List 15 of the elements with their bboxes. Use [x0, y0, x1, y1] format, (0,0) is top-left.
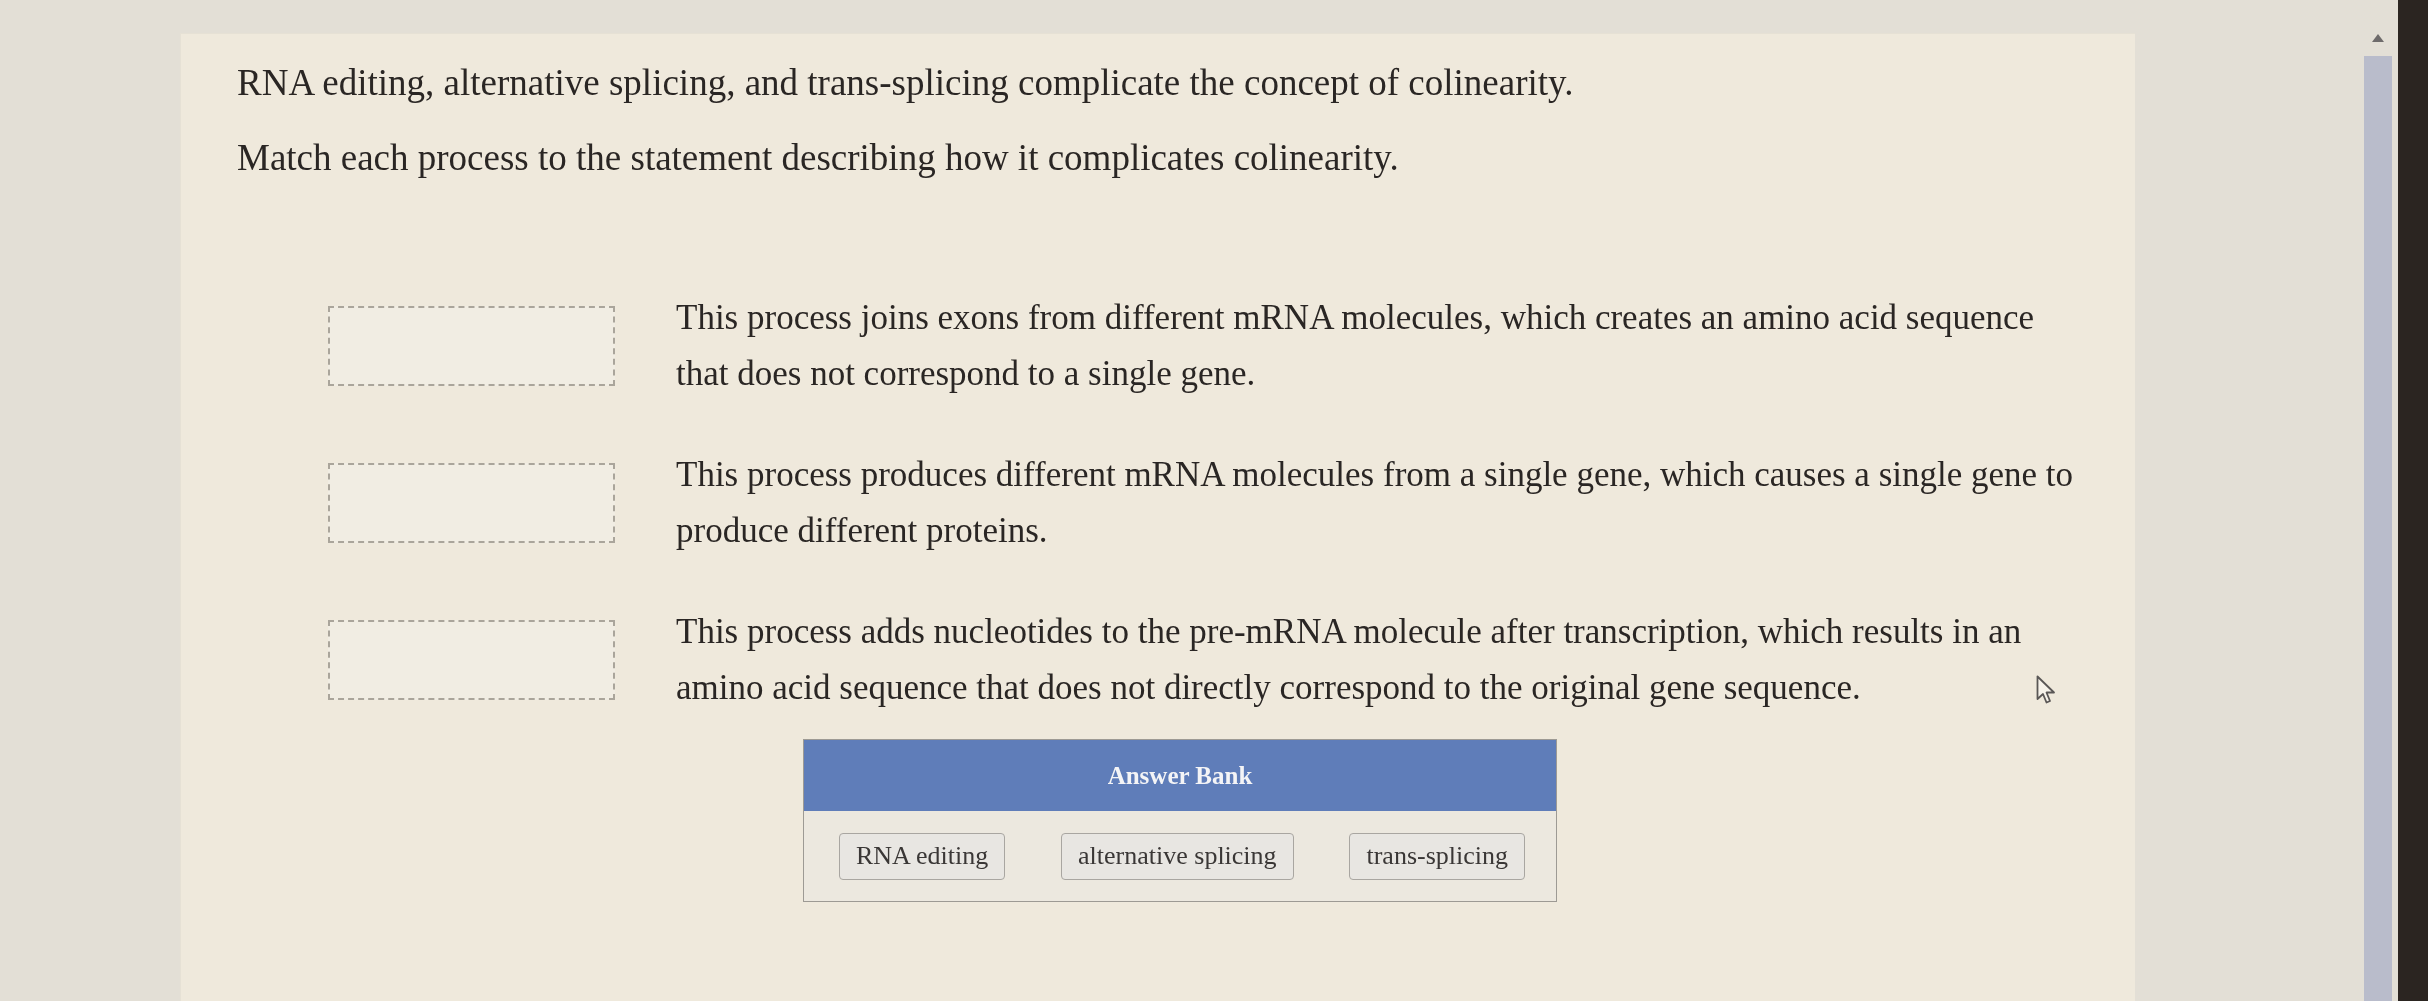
statement-text: This process joins exons from different mRNA molecules, which creates an amino acid sequence that does not correspond to a single gene. — [676, 298, 2035, 393]
statement-text: This process produces different mRNA molecules from a single gene, which causes a single gene to produce different proteins. — [676, 455, 2074, 550]
answer-drop-box[interactable] — [328, 463, 615, 543]
answer-chip[interactable]: alternative splicing — [1061, 832, 1294, 880]
instruction-text: Match each process to the statement describing how it complicates colinearity. — [237, 136, 1399, 180]
statement-text: This process adds nucleotides to the pre-mRNA molecule after transcription, which results in an amino acid sequence that does not directly correspond to the original gene sequence. — [676, 612, 2022, 707]
answer-chip[interactable]: RNA editing — [839, 832, 1006, 880]
answer-drop-box[interactable] — [328, 620, 615, 700]
intro-text: RNA editing, alternative splicing, and trans-splicing complicate the concept of colinearity. — [237, 61, 1574, 105]
answer-drop-box[interactable] — [328, 306, 615, 386]
answer-bank-title: Answer Bank — [804, 740, 1556, 811]
scroll-up-arrow-icon[interactable] — [2372, 34, 2384, 42]
arrow-pointer-icon — [2036, 675, 2056, 705]
scrollbar-track[interactable] — [2364, 56, 2392, 1001]
answer-chip[interactable]: trans-splicing — [1349, 832, 1525, 880]
